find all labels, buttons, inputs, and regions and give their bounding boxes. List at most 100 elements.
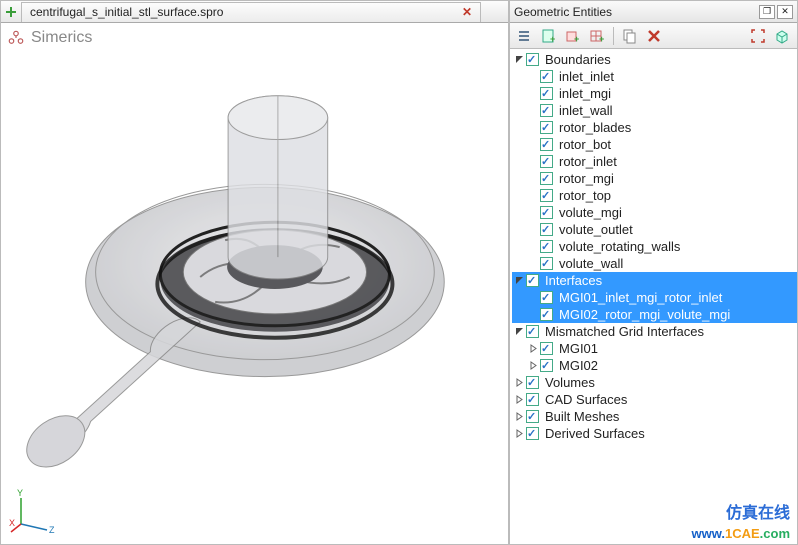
visibility-checkbox[interactable] — [540, 172, 553, 185]
panel-title: Geometric Entities — [514, 5, 757, 19]
expand-icon[interactable] — [514, 428, 525, 439]
expand-icon[interactable] — [528, 343, 539, 354]
tree-mgi-item[interactable]: MGI01 — [512, 340, 797, 357]
visibility-checkbox[interactable] — [526, 53, 539, 66]
add-grid-icon[interactable]: + — [586, 25, 608, 47]
tree-item-label: volute_mgi — [557, 204, 624, 221]
delete-icon[interactable] — [643, 25, 665, 47]
visibility-checkbox[interactable] — [540, 70, 553, 83]
tree-item-label: volute_rotating_walls — [557, 238, 682, 255]
visibility-checkbox[interactable] — [540, 87, 553, 100]
visibility-checkbox[interactable] — [540, 104, 553, 117]
tree-cad[interactable]: CAD Surfaces — [512, 391, 797, 408]
expand-icon[interactable] — [528, 71, 539, 82]
tree-boundary-item[interactable]: rotor_bot — [512, 136, 797, 153]
visibility-checkbox[interactable] — [540, 308, 553, 321]
visibility-checkbox[interactable] — [526, 325, 539, 338]
add-box-icon[interactable]: + — [562, 25, 584, 47]
tree-boundary-item[interactable]: rotor_mgi — [512, 170, 797, 187]
tree-volumes[interactable]: Volumes — [512, 374, 797, 391]
close-tab-icon[interactable]: ✕ — [462, 5, 472, 19]
expand-icon[interactable] — [528, 224, 539, 235]
visibility-checkbox[interactable] — [540, 359, 553, 372]
expand-icon[interactable] — [528, 258, 539, 269]
expand-icon[interactable] — [528, 156, 539, 167]
tree-boundary-item[interactable]: volute_rotating_walls — [512, 238, 797, 255]
new-tab-icon[interactable] — [5, 6, 17, 18]
tree-item-label: MGI01_inlet_mgi_rotor_inlet — [557, 289, 724, 306]
visibility-checkbox[interactable] — [526, 393, 539, 406]
expand-icon[interactable] — [528, 207, 539, 218]
visibility-checkbox[interactable] — [540, 257, 553, 270]
tree-boundary-item[interactable]: inlet_wall — [512, 102, 797, 119]
expand-icon[interactable] — [528, 309, 539, 320]
expand-icon[interactable] — [528, 173, 539, 184]
undock-icon[interactable]: ❐ — [759, 5, 775, 19]
expand-icon[interactable] — [514, 54, 525, 65]
3d-viewport[interactable]: Simerics — [1, 23, 508, 544]
cube-view-icon[interactable] — [771, 25, 793, 47]
visibility-checkbox[interactable] — [526, 427, 539, 440]
visibility-checkbox[interactable] — [540, 342, 553, 355]
expand-icon[interactable] — [528, 241, 539, 252]
copy-icon[interactable] — [619, 25, 641, 47]
tree-interface-item[interactable]: MGI01_inlet_mgi_rotor_inlet — [512, 289, 797, 306]
tree-boundary-item[interactable]: rotor_top — [512, 187, 797, 204]
entity-tree[interactable]: Boundaries inlet_inlet inlet_mgi inlet_w… — [510, 49, 797, 544]
tree-item-label: inlet_inlet — [557, 68, 616, 85]
tree-item-label: rotor_inlet — [557, 153, 619, 170]
tree-boundary-item[interactable]: volute_mgi — [512, 204, 797, 221]
expand-icon[interactable] — [514, 275, 525, 286]
tree-boundaries[interactable]: Boundaries — [512, 51, 797, 68]
expand-icon[interactable] — [528, 360, 539, 371]
tree-item-label: MGI02_rotor_mgi_volute_mgi — [557, 306, 732, 323]
tree-item-label: MGI01 — [557, 340, 600, 357]
expand-icon[interactable] — [528, 190, 539, 201]
viewport-pane: centrifugal_s_initial_stl_surface.spro ✕… — [0, 0, 509, 545]
svg-text:X: X — [9, 518, 15, 528]
tree-boundary-item[interactable]: inlet_mgi — [512, 85, 797, 102]
fit-selection-icon[interactable] — [747, 25, 769, 47]
tree-boundary-item[interactable]: rotor_inlet — [512, 153, 797, 170]
expand-icon[interactable] — [514, 326, 525, 337]
tree-interface-item[interactable]: MGI02_rotor_mgi_volute_mgi — [512, 306, 797, 323]
visibility-checkbox[interactable] — [540, 121, 553, 134]
expand-icon[interactable] — [514, 394, 525, 405]
add-sheet-icon[interactable]: + — [538, 25, 560, 47]
visibility-checkbox[interactable] — [526, 410, 539, 423]
visibility-checkbox[interactable] — [526, 274, 539, 287]
tree-boundary-item[interactable]: volute_wall — [512, 255, 797, 272]
visibility-checkbox[interactable] — [540, 206, 553, 219]
tree-mgi[interactable]: Mismatched Grid Interfaces — [512, 323, 797, 340]
svg-text:+: + — [599, 34, 604, 44]
tree-derived[interactable]: Derived Surfaces — [512, 425, 797, 442]
tree-built[interactable]: Built Meshes — [512, 408, 797, 425]
expand-icon[interactable] — [514, 377, 525, 388]
tree-item-label: MGI02 — [557, 357, 600, 374]
close-panel-icon[interactable]: ✕ — [777, 5, 793, 19]
tree-item-label: Built Meshes — [543, 408, 621, 425]
expand-icon[interactable] — [528, 139, 539, 150]
expand-icon[interactable] — [528, 292, 539, 303]
expand-icon[interactable] — [528, 122, 539, 133]
visibility-checkbox[interactable] — [540, 138, 553, 151]
visibility-checkbox[interactable] — [526, 376, 539, 389]
visibility-checkbox[interactable] — [540, 240, 553, 253]
tree-mgi-item[interactable]: MGI02 — [512, 357, 797, 374]
tree-boundary-item[interactable]: volute_outlet — [512, 221, 797, 238]
visibility-checkbox[interactable] — [540, 155, 553, 168]
expand-icon[interactable] — [528, 88, 539, 99]
document-tab[interactable]: centrifugal_s_initial_stl_surface.spro ✕ — [21, 2, 481, 22]
model-render — [1, 23, 508, 541]
tree-boundary-item[interactable]: rotor_blades — [512, 119, 797, 136]
expand-icon[interactable] — [528, 105, 539, 116]
expand-icon[interactable] — [514, 411, 525, 422]
list-view-icon[interactable] — [514, 25, 536, 47]
svg-text:Z: Z — [49, 525, 55, 535]
svg-text:+: + — [574, 34, 579, 44]
visibility-checkbox[interactable] — [540, 291, 553, 304]
tree-interfaces[interactable]: Interfaces — [512, 272, 797, 289]
tree-boundary-item[interactable]: inlet_inlet — [512, 68, 797, 85]
visibility-checkbox[interactable] — [540, 189, 553, 202]
visibility-checkbox[interactable] — [540, 223, 553, 236]
